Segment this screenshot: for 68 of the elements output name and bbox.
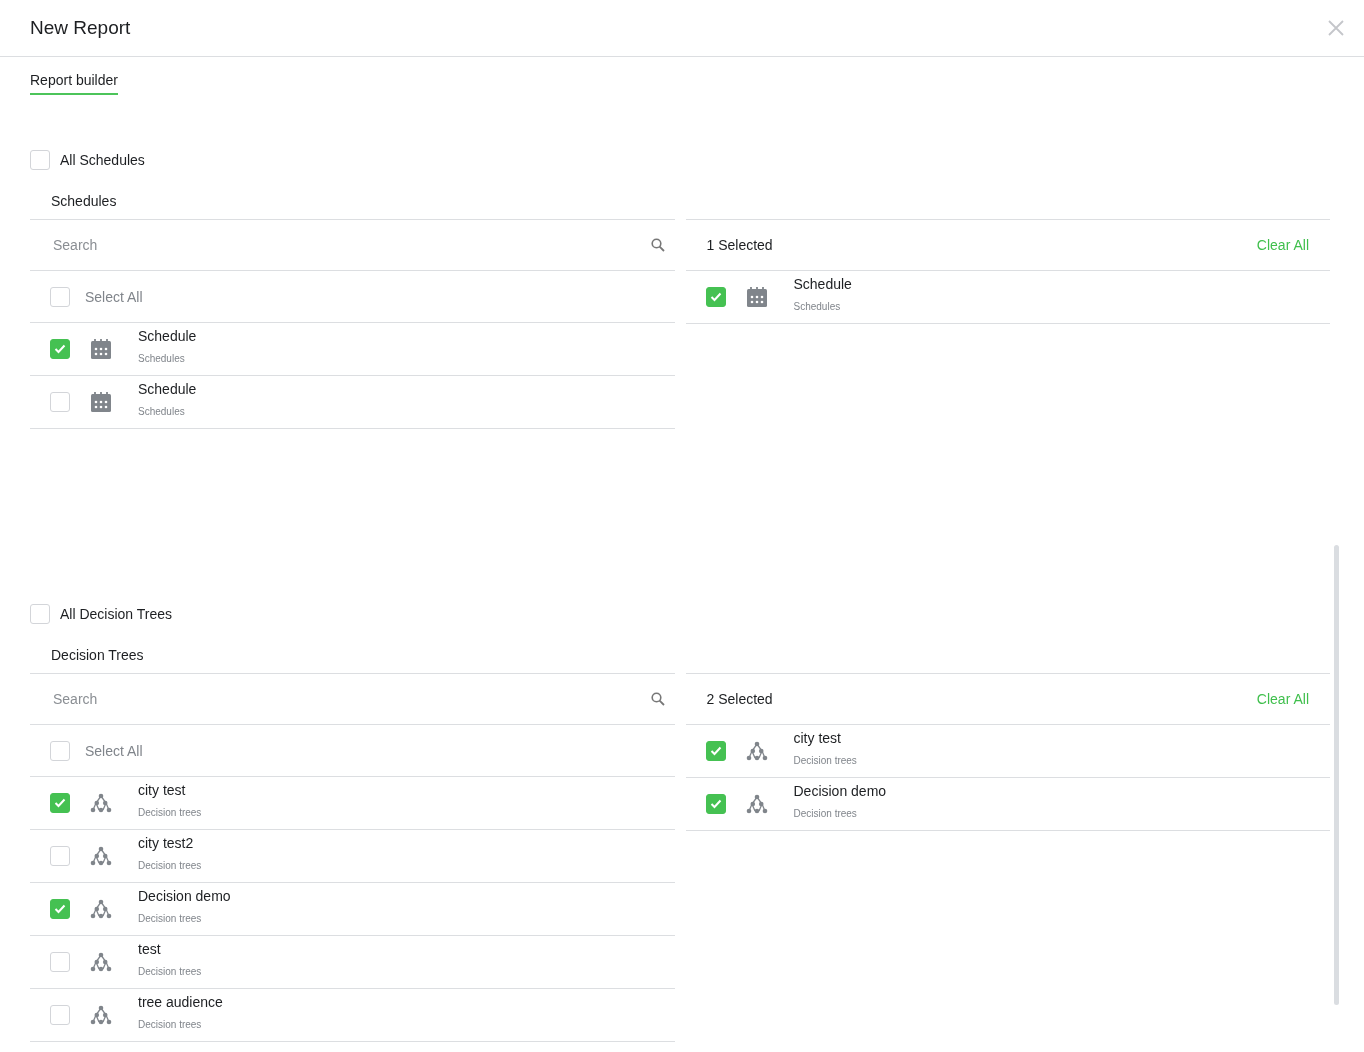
checkbox-label: All Schedules <box>60 152 145 168</box>
tree-icon <box>90 793 112 813</box>
tree-icon <box>90 846 112 866</box>
item-type: Schedules <box>138 406 186 417</box>
select-all-label: Select All <box>85 288 143 305</box>
checkbox[interactable] <box>50 392 70 412</box>
checkmark-icon <box>709 746 722 756</box>
item-name: city test <box>138 782 187 798</box>
item-type: Decision trees <box>793 755 857 766</box>
item-name: city test2 <box>138 835 195 851</box>
item-type: Schedules <box>138 353 186 364</box>
item-type: Decision trees <box>138 807 202 818</box>
search-field[interactable]: Search <box>51 233 651 257</box>
clear-all-link[interactable]: Clear All <box>1256 237 1309 253</box>
tree-icon <box>90 952 112 972</box>
checkbox[interactable] <box>50 952 70 972</box>
checkbox[interactable] <box>705 794 726 814</box>
item-name: Schedule <box>138 381 197 397</box>
scrollbar[interactable] <box>1334 545 1339 1005</box>
item-name: Decision demo <box>793 783 887 799</box>
checkbox[interactable] <box>50 793 70 813</box>
item-name: Schedule <box>138 328 197 344</box>
calendar-icon <box>745 286 768 308</box>
item-type: Schedules <box>793 301 842 312</box>
tree-icon <box>90 899 112 919</box>
select-all-label: Select All <box>85 742 143 759</box>
checkbox[interactable] <box>50 846 70 866</box>
checkmark-icon <box>709 292 722 302</box>
item-type: Decision trees <box>138 860 202 871</box>
section-title: Schedules <box>50 192 118 211</box>
checkmark-icon <box>54 344 66 354</box>
checkbox[interactable] <box>50 1005 70 1025</box>
item-type: Decision trees <box>138 913 203 924</box>
item-name: test <box>138 941 162 957</box>
search-field[interactable]: Search <box>51 687 651 711</box>
section-title: Decision Trees <box>50 646 145 665</box>
tree-icon <box>745 794 768 814</box>
checkbox[interactable] <box>50 339 70 359</box>
item-type: Decision trees <box>138 1019 203 1030</box>
selected-count: 2 Selected <box>706 691 773 707</box>
tab[interactable]: Report builder <box>30 70 118 95</box>
checkbox[interactable] <box>705 741 726 761</box>
calendar-icon <box>90 391 112 413</box>
checkbox[interactable] <box>30 604 50 624</box>
selected-count: 1 Selected <box>706 237 773 253</box>
checkbox[interactable] <box>50 899 70 919</box>
checkmark-icon <box>54 798 66 808</box>
calendar-icon <box>90 338 112 360</box>
item-name: Decision demo <box>138 888 231 904</box>
tree-icon <box>745 741 768 761</box>
checkbox[interactable] <box>50 740 70 761</box>
checkbox[interactable] <box>30 150 50 170</box>
checkmark-icon <box>54 904 66 914</box>
item-type: Decision trees <box>793 808 858 819</box>
search-icon <box>650 238 665 252</box>
checkbox[interactable] <box>705 287 726 307</box>
checkbox-label: All Decision Trees <box>60 606 173 622</box>
close-icon[interactable] <box>1328 20 1344 36</box>
item-name: tree audience <box>138 994 223 1010</box>
item-type: Decision trees <box>138 966 202 977</box>
clear-all-link[interactable]: Clear All <box>1256 691 1309 707</box>
item-name: city test <box>793 730 842 746</box>
dialog-title: New Report <box>30 17 131 39</box>
item-name: Schedule <box>793 276 852 292</box>
checkmark-icon <box>709 799 722 809</box>
tree-icon <box>90 1005 112 1025</box>
checkbox[interactable] <box>50 286 70 307</box>
search-icon <box>650 692 665 706</box>
